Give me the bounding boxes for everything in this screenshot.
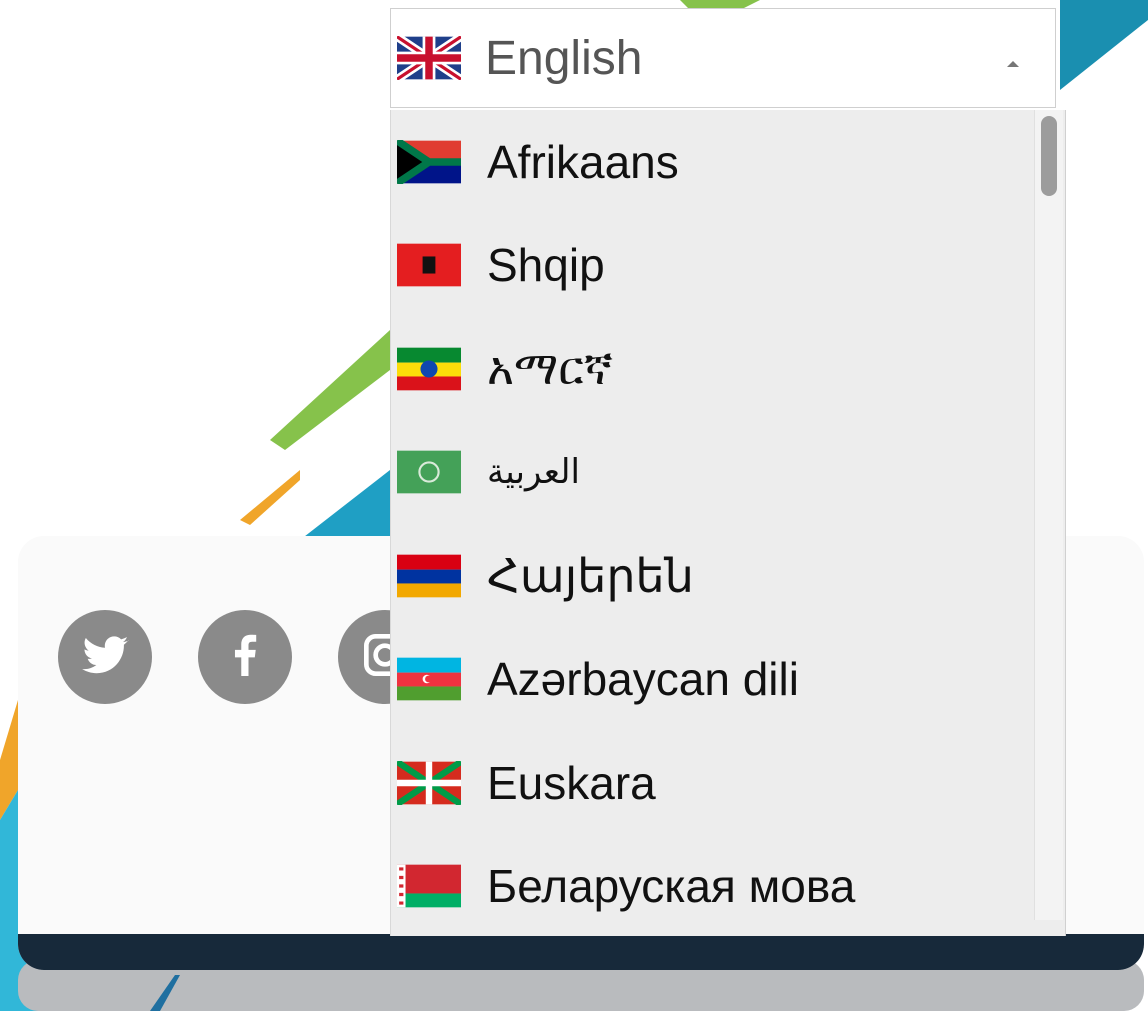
selected-language-label: English — [485, 31, 643, 85]
language-option-shqip[interactable]: Shqip — [391, 214, 1065, 318]
uk-flag-icon — [397, 36, 461, 80]
language-option-label: Azərbaycan dili — [487, 653, 799, 706]
dropdown-scrollbar[interactable] — [1034, 110, 1063, 920]
language-option-label: Shqip — [487, 239, 605, 292]
language-option-amharic[interactable]: አማርኛ — [391, 317, 1065, 421]
belarus-flag-icon — [397, 864, 461, 908]
language-option-euskara[interactable]: Euskara — [391, 731, 1065, 835]
facebook-button[interactable] — [198, 610, 292, 704]
facebook-icon — [217, 627, 273, 688]
language-option-label: Հայերեն — [487, 549, 694, 602]
language-option-label: العربية — [487, 453, 580, 492]
language-option-label: አማርኛ — [487, 341, 613, 394]
language-option-label: Беларуская мова — [487, 860, 856, 913]
armenia-flag-icon — [397, 554, 461, 598]
south-africa-flag-icon — [397, 139, 461, 184]
scrollbar-thumb[interactable] — [1041, 116, 1057, 196]
language-dropdown-list: Afrikaans Shqip አማርኛ العربية Հայերեն Azə… — [390, 110, 1066, 936]
language-option-arabic[interactable]: العربية — [391, 421, 1065, 525]
language-select[interactable]: English — [390, 8, 1056, 108]
basque-flag-icon — [397, 760, 461, 805]
arab-league-flag-icon — [397, 450, 461, 494]
caret-up-icon — [1007, 61, 1019, 67]
language-option-belarusian[interactable]: Беларуская мова — [391, 835, 1065, 937]
ethiopia-flag-icon — [397, 347, 461, 391]
language-option-afrikaans[interactable]: Afrikaans — [391, 110, 1065, 214]
language-option-azerbaijani[interactable]: Azərbaycan dili — [391, 628, 1065, 732]
language-option-label: Euskara — [487, 756, 656, 809]
twitter-icon — [77, 627, 133, 688]
footer-bar — [18, 934, 1144, 970]
twitter-button[interactable] — [58, 610, 152, 704]
language-option-label: Afrikaans — [487, 135, 679, 188]
albania-flag-icon — [397, 243, 461, 287]
language-option-armenian[interactable]: Հայերեն — [391, 524, 1065, 628]
azerbaijan-flag-icon — [397, 657, 461, 701]
